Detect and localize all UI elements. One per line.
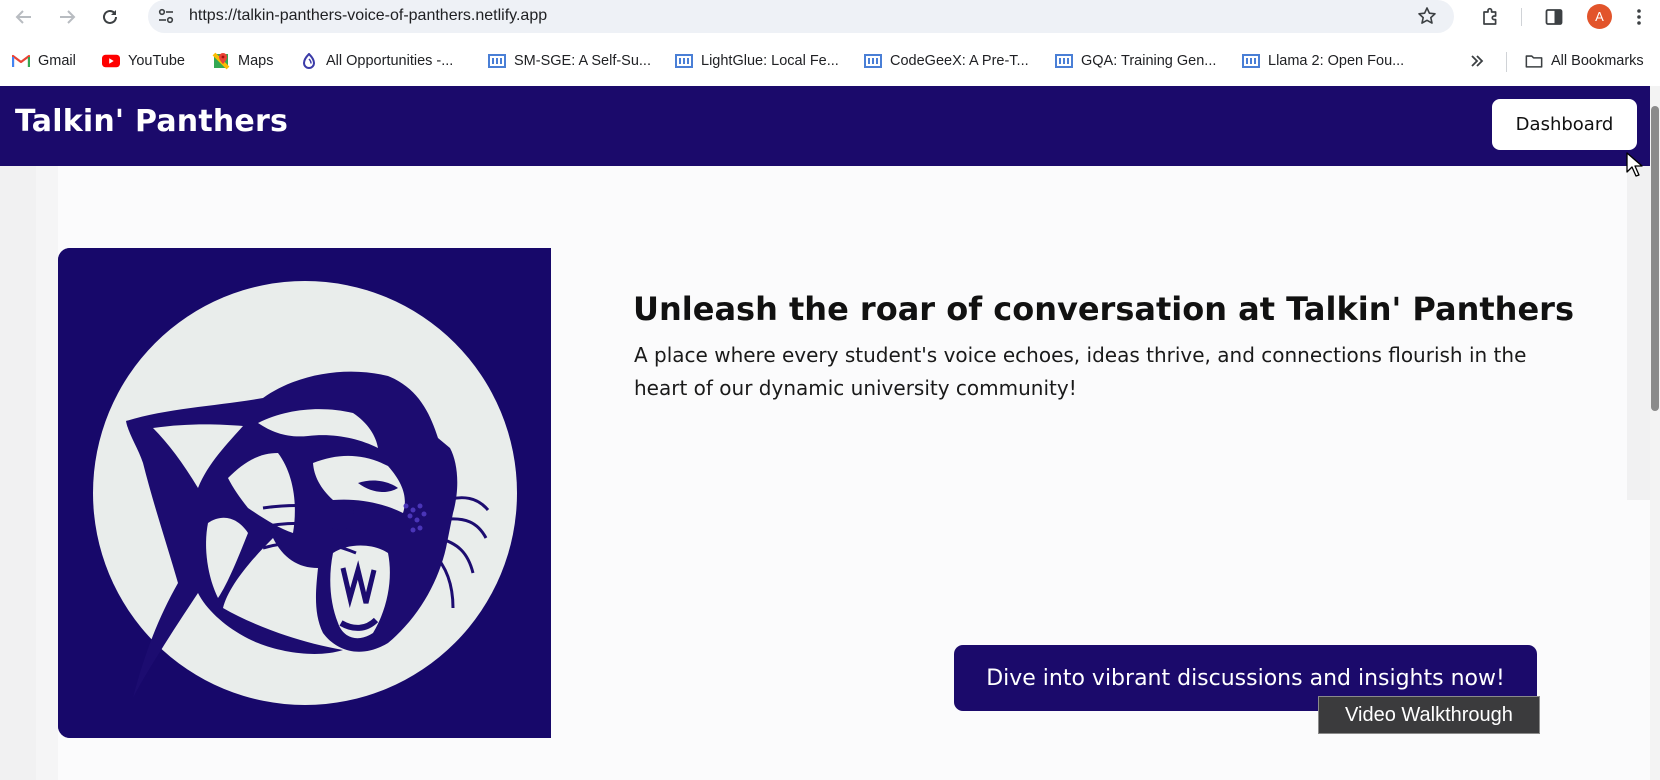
- bookmark-label: Maps: [238, 53, 274, 69]
- bookmark-label: Gmail: [38, 53, 76, 69]
- maps-icon: [212, 52, 230, 70]
- right-gutter: [1627, 166, 1650, 500]
- bookmark-lightglue[interactable]: LightGlue: Local Fe...: [675, 50, 839, 72]
- back-button[interactable]: [11, 4, 37, 30]
- bookmark-label: YouTube: [128, 53, 185, 69]
- extensions-icon[interactable]: [1477, 4, 1503, 30]
- bookmark-label: GQA: Training Gen...: [1081, 53, 1217, 69]
- video-walkthrough-tooltip: Video Walkthrough: [1318, 696, 1540, 734]
- paper-icon: [1055, 52, 1073, 70]
- double-chevron-right-icon: [1468, 52, 1486, 70]
- arrow-right-icon: [60, 10, 76, 24]
- left-gutter: [0, 166, 36, 780]
- bookmarks-bar: Gmail YouTube Maps All Opportunities -..…: [0, 34, 1660, 86]
- hero-title: Unleash the roar of conversation at Talk…: [633, 290, 1574, 328]
- url-text[interactable]: https://talkin-panthers-voice-of-panther…: [189, 7, 547, 25]
- panther-logo-image: [58, 248, 551, 738]
- app-header: Talkin' Panthers Dashboard: [0, 86, 1660, 166]
- bookmark-maps[interactable]: Maps: [212, 50, 273, 72]
- bookmark-codegeex[interactable]: CodeGeeX: A Pre-T...: [864, 50, 1029, 72]
- site-info-icon[interactable]: [156, 6, 176, 26]
- bookmark-opportunities[interactable]: All Opportunities -...: [300, 50, 453, 72]
- paper-icon: [488, 52, 506, 70]
- bookmark-llama2[interactable]: Llama 2: Open Fou...: [1242, 50, 1404, 72]
- gmail-icon: [12, 52, 30, 70]
- browser-toolbar: https://talkin-panthers-voice-of-panther…: [0, 0, 1660, 34]
- bookmark-gmail[interactable]: Gmail: [12, 50, 76, 72]
- reload-button[interactable]: [97, 4, 123, 30]
- folder-icon: [1525, 52, 1543, 70]
- opportunities-icon: [300, 52, 318, 70]
- dashboard-button[interactable]: Dashboard: [1492, 99, 1637, 150]
- bookmark-gqa[interactable]: GQA: Training Gen...: [1055, 50, 1216, 72]
- more-bookmarks-button[interactable]: [1468, 50, 1486, 72]
- all-bookmarks-label: All Bookmarks: [1551, 53, 1644, 69]
- bookmark-label: LightGlue: Local Fe...: [701, 53, 839, 69]
- bookmark-youtube[interactable]: YouTube: [102, 50, 185, 72]
- bookmark-label: SM-SGE: A Self-Su...: [514, 53, 651, 69]
- toolbar-divider: [1521, 8, 1522, 26]
- hero-subtitle: A place where every student's voice echo…: [634, 343, 1527, 400]
- forward-button[interactable]: [54, 4, 80, 30]
- paper-icon: [1242, 52, 1260, 70]
- more-menu-icon[interactable]: [1626, 4, 1652, 30]
- bookmark-sm-sge[interactable]: SM-SGE: A Self-Su...: [488, 50, 651, 72]
- page-viewport: Talkin' Panthers Dashboard Unleash the r…: [0, 86, 1660, 780]
- arrow-left-icon: [15, 10, 31, 24]
- side-panel-icon[interactable]: [1541, 4, 1567, 30]
- left-gutter-inner: [36, 166, 58, 780]
- youtube-icon: [102, 52, 120, 70]
- mouse-cursor-icon: [1626, 152, 1643, 177]
- bookmarks-divider: [1506, 52, 1507, 72]
- paper-icon: [864, 52, 882, 70]
- bookmark-label: All Opportunities -...: [326, 53, 454, 69]
- brand-title[interactable]: Talkin' Panthers: [15, 104, 288, 139]
- address-bar[interactable]: https://talkin-panthers-voice-of-panther…: [148, 0, 1454, 33]
- scrollbar-thumb[interactable]: [1651, 106, 1659, 411]
- bookmark-label: Llama 2: Open Fou...: [1268, 53, 1405, 69]
- all-bookmarks-button[interactable]: All Bookmarks: [1525, 50, 1644, 72]
- bookmark-star-icon[interactable]: [1416, 5, 1438, 27]
- panther-icon: [58, 248, 551, 738]
- reload-icon: [103, 9, 117, 24]
- bookmark-label: CodeGeeX: A Pre-T...: [890, 53, 1029, 69]
- paper-icon: [675, 52, 693, 70]
- profile-avatar[interactable]: A: [1587, 4, 1612, 29]
